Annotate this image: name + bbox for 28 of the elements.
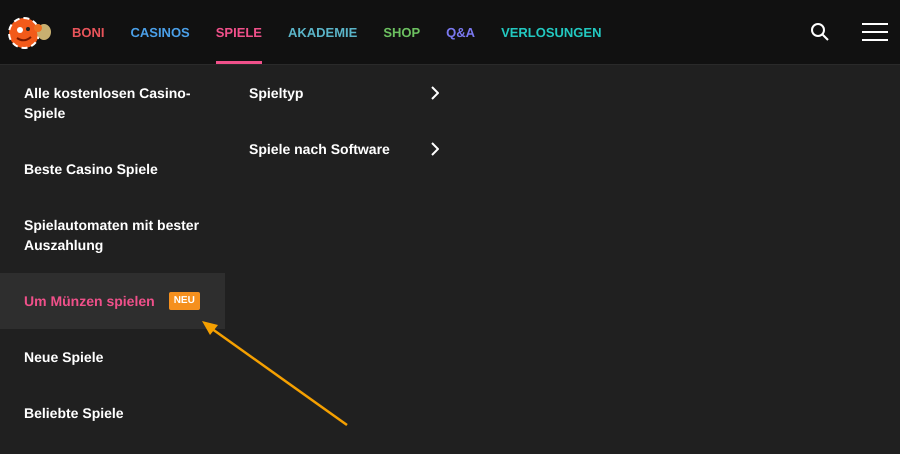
nav-link[interactable]: AKADEMIE [288,0,358,64]
chevron-right-icon [431,86,439,100]
menu-item[interactable]: Beliebte Spiele [0,385,225,441]
menu-icon[interactable] [862,23,888,41]
nav-link[interactable]: CASINOS [130,0,190,64]
search-icon[interactable] [810,22,830,42]
submenu-label: Spiele nach Software [249,141,390,157]
menu-item[interactable]: Beste Casino Spiele [0,141,225,197]
new-badge: NEU [168,292,200,310]
menu-item[interactable]: Alle kostenlosen Casino-Spiele [0,65,225,141]
menu-item-label: Alle kostenlosen Casino-Spiele [24,84,192,123]
nav-link[interactable]: SHOP [383,0,420,64]
submenu-item[interactable]: Spieltyp [249,65,439,121]
chevron-right-icon [431,142,439,156]
nav-link[interactable]: SPIELE [216,0,262,64]
menu-item-label: Um Münzen spielen [24,292,155,311]
nav-link[interactable]: Q&A [446,0,476,64]
submenu-item[interactable]: Spiele nach Software [249,121,439,177]
menu-item-label: Beste Casino Spiele [24,160,158,179]
menu-item-label: Spielautomaten mit bester Auszahlung [24,216,200,255]
menu-item[interactable]: Spielautomaten mit bester Auszahlung [0,197,225,273]
menu-item-label: Beliebte Spiele [24,404,124,423]
menu-item-label: Neue Spiele [24,348,104,367]
nav-link[interactable]: VERLOSUNGEN [501,0,602,64]
menu-item[interactable]: Neue Spiele [0,329,225,385]
menu-item[interactable]: Um Münzen spielen NEU [0,273,225,329]
nav-link[interactable]: BONI [72,0,104,64]
submenu-label: Spieltyp [249,85,304,101]
